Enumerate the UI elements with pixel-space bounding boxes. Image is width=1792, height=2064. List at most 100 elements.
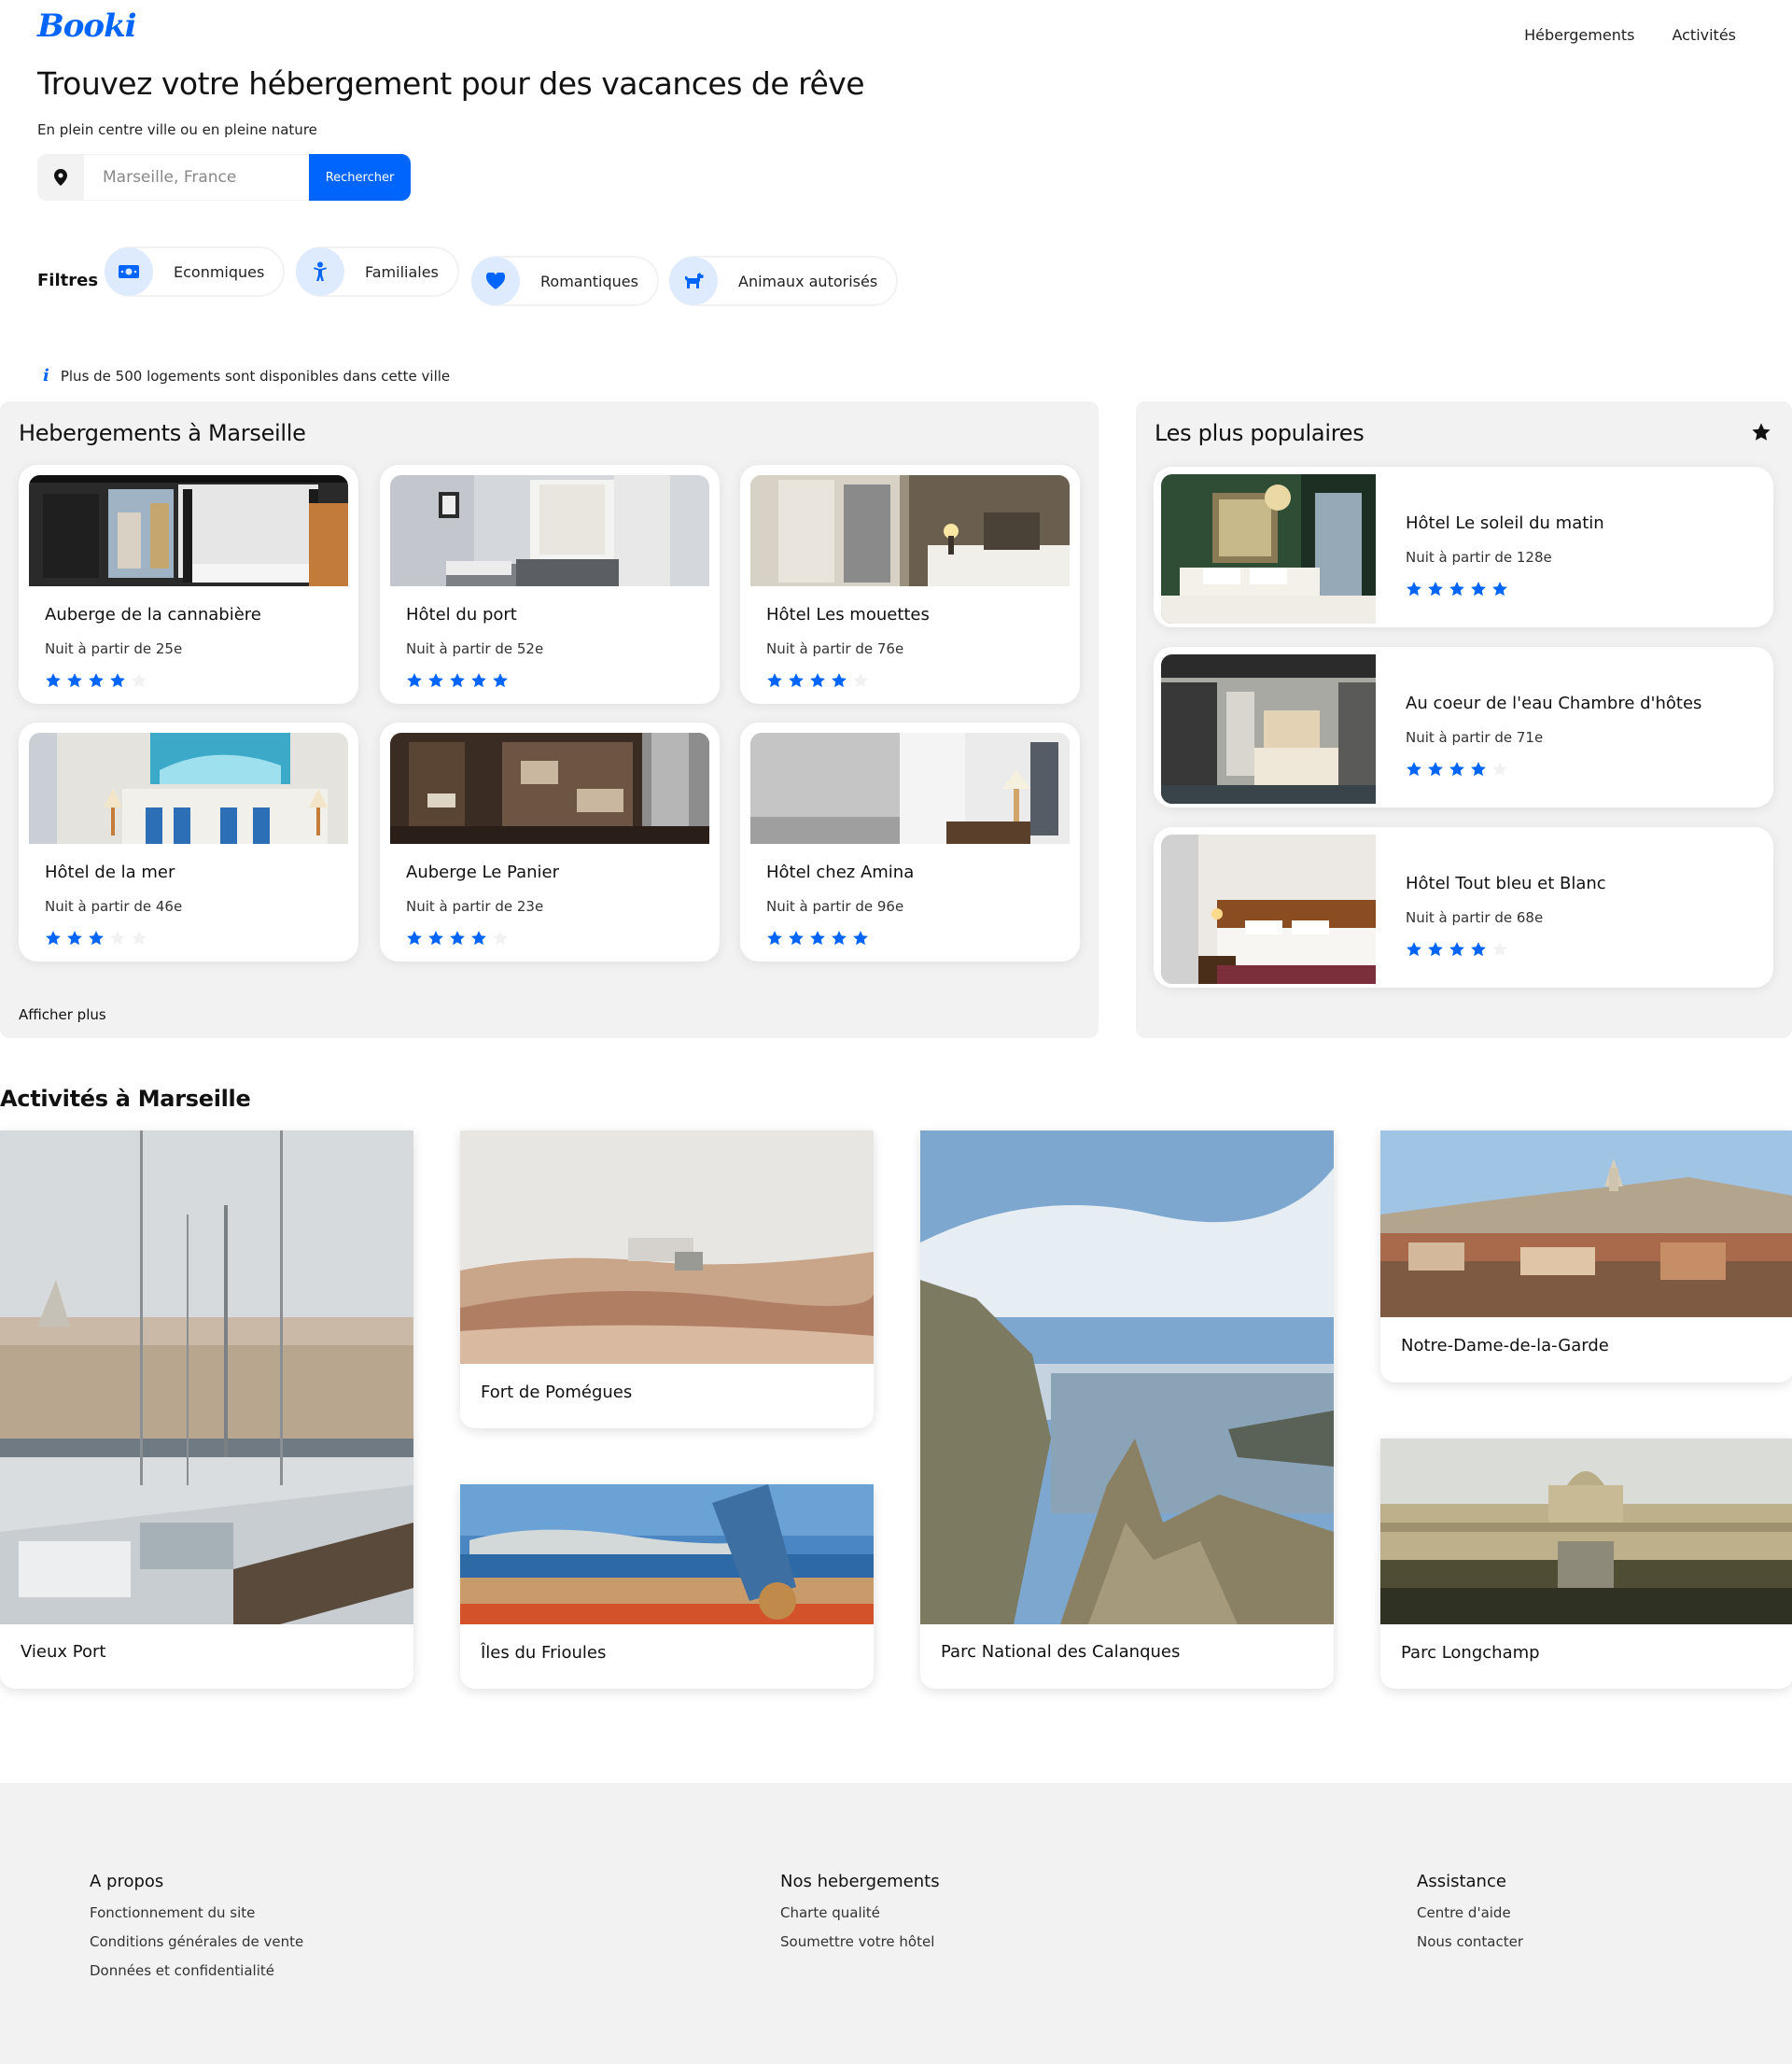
accommodation-photo [390, 475, 709, 586]
accommodation-price: Nuit à partir de 23e [406, 898, 544, 915]
footer-link[interactable]: Fonctionnement du site [90, 1904, 303, 1921]
star-filled-icon [67, 931, 82, 946]
nav-activites[interactable]: Activités [1672, 26, 1736, 44]
star-filled-icon [1428, 942, 1443, 957]
rating-stars [45, 930, 147, 947]
star-icon [1751, 422, 1771, 442]
star-filled-icon [832, 673, 847, 688]
filter-animaux[interactable]: Animaux autorisés [669, 256, 899, 306]
filter-familiales[interactable]: Familiales [296, 246, 459, 297]
footer-link[interactable]: Nous contacter [1417, 1933, 1523, 1950]
filters-label: Filtres [37, 271, 99, 290]
footer-link[interactable]: Soumettre votre hôtel [780, 1933, 940, 1950]
star-filled-icon [407, 673, 422, 688]
star-filled-icon [450, 673, 465, 688]
popular-name: Hôtel Tout bleu et Blanc [1406, 874, 1606, 893]
star-filled-icon [767, 931, 782, 946]
activity-photo [1380, 1439, 1792, 1624]
filter-label: Animaux autorisés [738, 272, 878, 290]
star-filled-icon [1471, 582, 1486, 597]
popular-photo [1161, 654, 1376, 804]
popular-card[interactable]: Hôtel Le soleil du matin Nuit à partir d… [1154, 467, 1773, 627]
accommodation-price: Nuit à partir de 25e [45, 640, 183, 657]
footer-link[interactable]: Données et confidentialité [90, 1962, 303, 1979]
rating-stars [766, 930, 869, 947]
accommodation-card[interactable]: Hôtel de la mer Nuit à partir de 46e [19, 723, 358, 962]
activity-name: Notre-Dame-de-la-Garde [1401, 1336, 1609, 1355]
show-more-link[interactable]: Afficher plus [19, 1006, 106, 1023]
activity-card[interactable]: Parc Longchamp [1380, 1439, 1792, 1689]
accommodation-card[interactable]: Hôtel Les mouettes Nuit à partir de 76e [740, 465, 1080, 704]
activity-card[interactable]: Notre-Dame-de-la-Garde [1380, 1130, 1792, 1383]
activity-photo [460, 1130, 874, 1364]
accommodation-card[interactable]: Hôtel chez Amina Nuit à partir de 96e [740, 723, 1080, 962]
popular-price: Nuit à partir de 128e [1406, 549, 1552, 566]
activity-card[interactable]: Îles du Frioules [460, 1484, 874, 1689]
accommodation-name: Hôtel chez Amina [766, 863, 915, 882]
rating-stars [45, 672, 147, 689]
accommodation-price: Nuit à partir de 96e [766, 898, 904, 915]
nav-hebergements[interactable]: Hébergements [1524, 26, 1634, 44]
popular-photo [1161, 474, 1376, 624]
star-filled-icon [89, 673, 104, 688]
accommodations-section: Hebergements à Marseille Auberge de la c… [0, 401, 1099, 1038]
activity-card[interactable]: Vieux Port [0, 1130, 413, 1689]
activity-name: Îles du Frioules [481, 1643, 607, 1663]
star-filled-icon [110, 673, 125, 688]
star-filled-icon [89, 931, 104, 946]
star-empty-icon [1492, 762, 1507, 777]
star-empty-icon [853, 673, 868, 688]
popular-name: Hôtel Le soleil du matin [1406, 513, 1604, 533]
accommodation-name: Hôtel de la mer [45, 863, 175, 882]
page-subtitle: En plein centre ville ou en pleine natur… [37, 121, 317, 138]
info-icon: i [43, 366, 49, 386]
activity-card[interactable]: Parc National des Calanques [920, 1130, 1334, 1689]
star-filled-icon [428, 931, 443, 946]
footer-link[interactable]: Conditions générales de vente [90, 1933, 303, 1950]
footer-col-assistance: Assistance Centre d'aide Nous contacter [1417, 1872, 1523, 1962]
star-filled-icon [493, 673, 508, 688]
accommodation-card[interactable]: Auberge de la cannabière Nuit à partir d… [19, 465, 358, 704]
star-filled-icon [1471, 942, 1486, 957]
star-filled-icon [767, 673, 782, 688]
star-filled-icon [46, 673, 61, 688]
filter-romantiques[interactable]: Romantiques [471, 256, 659, 306]
star-filled-icon [1449, 582, 1464, 597]
booki-logo[interactable]: Booki [37, 7, 137, 45]
location-pin-icon [37, 154, 84, 201]
star-filled-icon [471, 673, 486, 688]
star-filled-icon [407, 931, 422, 946]
activity-photo [0, 1130, 413, 1624]
activity-card[interactable]: Fort de Pomégues [460, 1130, 874, 1428]
star-filled-icon [1407, 582, 1421, 597]
search-input[interactable] [84, 154, 309, 201]
star-empty-icon [132, 931, 147, 946]
star-filled-icon [1492, 582, 1507, 597]
activity-name: Fort de Pomégues [481, 1383, 633, 1402]
footer-heading: Assistance [1417, 1872, 1506, 1891]
search-button[interactable]: Rechercher [309, 154, 411, 201]
popular-price: Nuit à partir de 68e [1406, 909, 1544, 926]
rating-stars [1406, 761, 1508, 778]
site-footer: A propos Fonctionnement du site Conditio… [0, 1783, 1792, 2064]
accommodations-title: Hebergements à Marseille [19, 420, 306, 446]
rating-stars [1406, 941, 1508, 958]
popular-card[interactable]: Au coeur de l'eau Chambre d'hôtes Nuit à… [1154, 647, 1773, 807]
popular-price: Nuit à partir de 71e [1406, 729, 1544, 746]
accommodation-name: Hôtel du port [406, 605, 517, 625]
accommodation-card[interactable]: Hôtel du port Nuit à partir de 52e [380, 465, 720, 704]
info-notice: i Plus de 500 logements sont disponibles… [43, 366, 450, 386]
star-filled-icon [46, 931, 61, 946]
footer-link[interactable]: Centre d'aide [1417, 1904, 1523, 1921]
star-empty-icon [132, 673, 147, 688]
popular-title: Les plus populaires [1155, 420, 1365, 446]
rating-stars [766, 672, 869, 689]
filter-label: Romantiques [540, 272, 638, 290]
popular-card[interactable]: Hôtel Tout bleu et Blanc Nuit à partir d… [1154, 827, 1773, 988]
accommodation-name: Auberge de la cannabière [45, 605, 261, 625]
filter-economiques[interactable]: Econmiques [105, 246, 286, 297]
accommodation-price: Nuit à partir de 52e [406, 640, 544, 657]
accommodation-name: Auberge Le Panier [406, 863, 559, 882]
accommodation-card[interactable]: Auberge Le Panier Nuit à partir de 23e [380, 723, 720, 962]
footer-link[interactable]: Charte qualité [780, 1904, 940, 1921]
